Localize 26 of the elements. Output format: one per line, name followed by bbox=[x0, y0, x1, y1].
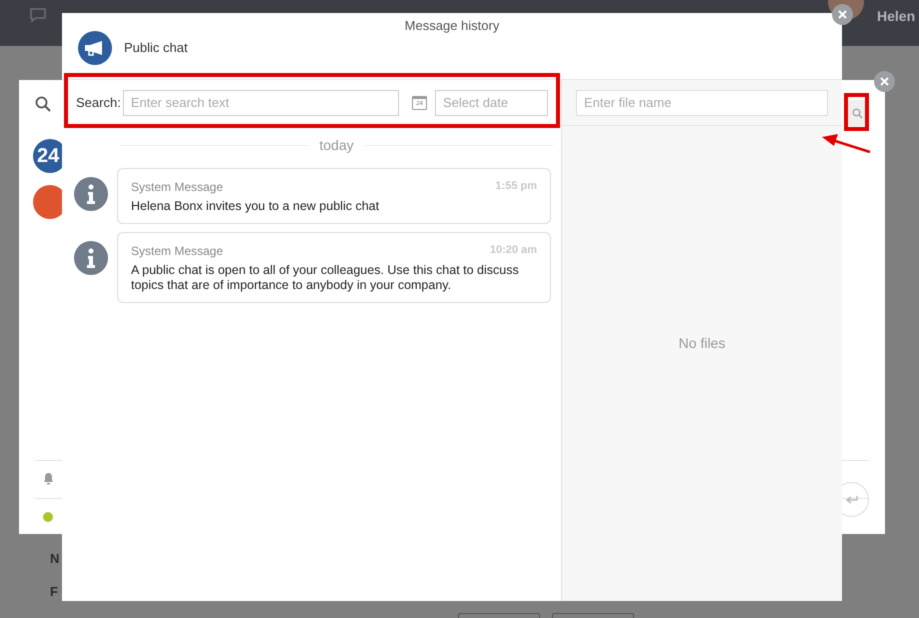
date-field[interactable]: Select date bbox=[435, 90, 548, 116]
day-separator: today bbox=[319, 136, 354, 155]
close-icon bbox=[838, 10, 847, 19]
highlight-frame bbox=[844, 93, 869, 131]
field-label: F bbox=[50, 583, 58, 601]
info-icon bbox=[74, 177, 108, 211]
close-icon bbox=[880, 77, 889, 86]
message-author: System Message bbox=[131, 243, 224, 260]
file-name-field[interactable]: Enter file name bbox=[576, 90, 828, 116]
chat-name: Public chat bbox=[124, 39, 188, 58]
return-icon bbox=[844, 494, 858, 504]
search-field[interactable]: Enter search text bbox=[122, 90, 400, 116]
field-label: N bbox=[50, 550, 60, 568]
search-icon bbox=[852, 108, 862, 118]
pointer-arrow bbox=[820, 132, 871, 154]
search-icon[interactable] bbox=[35, 96, 51, 112]
user-name[interactable]: Helen bbox=[877, 6, 916, 27]
info-icon bbox=[74, 241, 108, 275]
search-label: Search: bbox=[76, 94, 121, 112]
message-text: A public chat is open to all of your colleagues. Use this chat to discuss topics that are of importance to anybody in your company. bbox=[131, 263, 520, 293]
window-title: Message history bbox=[404, 17, 500, 35]
message-text: Helena Bonx invites you to a new public chat bbox=[131, 199, 380, 214]
bell-icon[interactable] bbox=[43, 472, 54, 486]
empty-files-text: No files bbox=[678, 334, 726, 353]
chat-icon[interactable] bbox=[29, 7, 47, 23]
message-author: System Message bbox=[131, 179, 224, 196]
